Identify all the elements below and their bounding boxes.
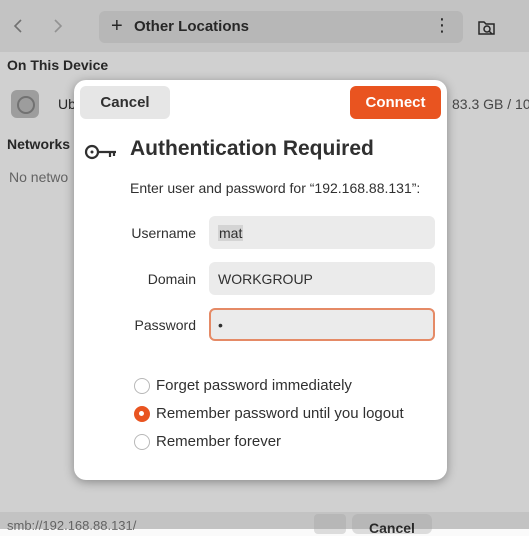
dialog-message: Enter user and password for “192.168.88.… xyxy=(130,180,421,196)
cancel-button[interactable]: Cancel xyxy=(80,86,170,119)
radio-forget-immediately[interactable]: Forget password immediately xyxy=(134,377,352,394)
radio-button-checked[interactable] xyxy=(134,405,150,422)
domain-value: WORKGROUP xyxy=(218,270,313,287)
username-field[interactable]: mat xyxy=(209,216,435,249)
connect-button[interactable]: Connect xyxy=(350,86,441,119)
radio-label: Remember password until you logout xyxy=(156,405,404,422)
dialog-title: Authentication Required xyxy=(130,137,374,160)
domain-label: Domain xyxy=(147,271,196,287)
radio-label: Forget password immediately xyxy=(156,377,352,394)
password-label: Password xyxy=(134,317,196,333)
radio-label: Remember forever xyxy=(156,433,282,450)
password-field[interactable]: • xyxy=(209,308,435,341)
domain-field[interactable]: WORKGROUP xyxy=(209,262,435,295)
authentication-dialog: Cancel Connect Authentication Required E… xyxy=(74,80,447,480)
username-value: mat xyxy=(218,224,244,241)
radio-remember-until-logout[interactable]: Remember password until you logout xyxy=(134,405,404,422)
password-value: • xyxy=(218,316,223,333)
radio-button[interactable] xyxy=(134,377,150,394)
radio-remember-forever[interactable]: Remember forever xyxy=(134,433,281,450)
radio-button[interactable] xyxy=(134,433,150,450)
username-label: Username xyxy=(131,225,196,241)
key-icon xyxy=(84,144,116,160)
